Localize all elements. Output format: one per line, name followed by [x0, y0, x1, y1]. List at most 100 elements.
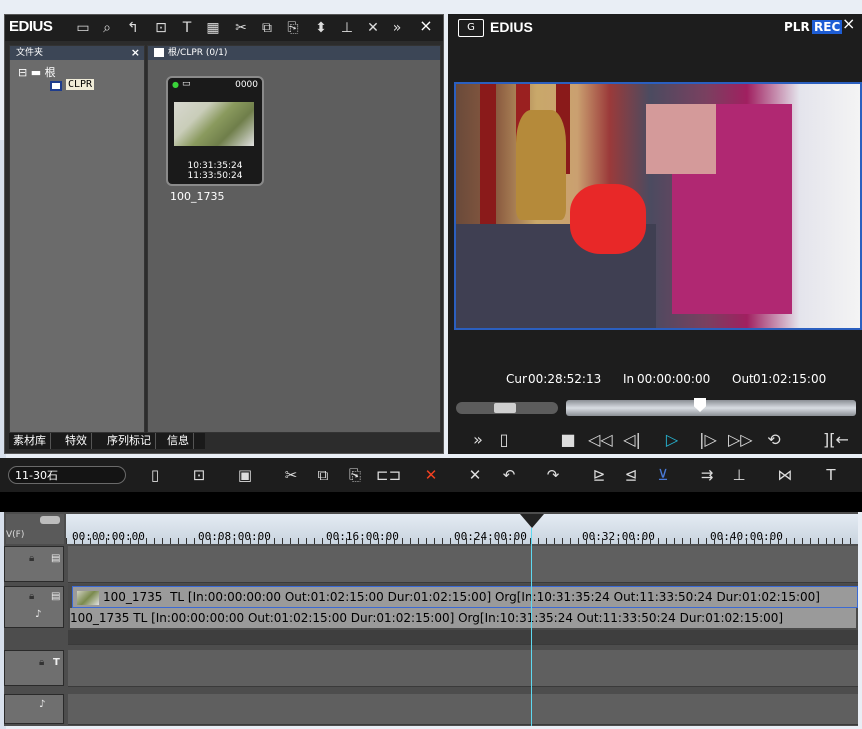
- tab-sequence-markers[interactable]: 序列标记: [103, 433, 156, 449]
- tree-item-root[interactable]: ⊟ ▬ 根: [18, 64, 56, 80]
- color-bars-icon[interactable]: ▦: [203, 19, 223, 37]
- track-title-1[interactable]: [68, 650, 858, 687]
- fast-forward-button[interactable]: ▷▷: [728, 430, 753, 449]
- clip-panel-header: 根/CLPR (0/1): [148, 46, 440, 60]
- title-icon[interactable]: T: [820, 466, 842, 484]
- timeline-video-clip[interactable]: 100_1735 TL [In:00:00:00:00 Out:01:02:15…: [72, 586, 858, 608]
- lock-icon[interactable]: 🔒︎: [39, 657, 44, 668]
- tab-info[interactable]: 信息: [163, 433, 194, 449]
- marker-icon[interactable]: ⬍: [311, 19, 331, 37]
- clip-count: 0000: [235, 80, 258, 90]
- clip-timecode-in: 10:31:35:24: [187, 161, 243, 171]
- search-icon[interactable]: ⌕: [97, 19, 117, 37]
- lock-icon[interactable]: 🔒︎: [29, 591, 34, 602]
- title-icon[interactable]: T: [177, 19, 197, 37]
- copy-icon[interactable]: ⧉: [257, 19, 277, 37]
- link-icon[interactable]: ⊏⊐: [376, 466, 401, 484]
- rec-mode-button[interactable]: REC: [812, 20, 843, 34]
- snap-icon[interactable]: ⊥: [728, 466, 750, 484]
- out-label: Out: [732, 372, 754, 386]
- folder-panel-close-button[interactable]: ×: [131, 46, 140, 60]
- step-forward-button[interactable]: |▷: [696, 430, 720, 449]
- speaker-icon[interactable]: ♪: [35, 609, 41, 620]
- track-header-title-1[interactable]: 🔒︎ T: [4, 650, 64, 686]
- rewind-button[interactable]: ◁◁: [588, 430, 613, 449]
- folder-panel-header: 文件夹 ×: [10, 46, 144, 60]
- ripple-mode-icon[interactable]: ⊻: [652, 466, 674, 484]
- track-audio-1[interactable]: [68, 694, 858, 725]
- video-clip-info: TL [In:00:00:00:00 Out:01:02:15:00 Dur:0…: [170, 590, 820, 604]
- cut-icon[interactable]: ✂: [231, 19, 251, 37]
- tab-library[interactable]: 素材库: [9, 433, 51, 449]
- save-icon[interactable]: ▣: [234, 466, 256, 484]
- collapse-icon[interactable]: ⊟: [18, 66, 27, 79]
- position-slider[interactable]: [566, 398, 856, 416]
- paste-icon[interactable]: ⎘: [344, 466, 366, 484]
- bin-window: EDIUS ▭ ⌕ ↰ ⊡ T ▦ ✂ ⧉ ⎘ ⬍ ⊥ ✕ » × 文件夹 × …: [4, 14, 444, 454]
- up-arrow-icon[interactable]: ↰: [123, 19, 143, 37]
- ripple-delete-icon[interactable]: ✕: [464, 466, 486, 484]
- track-header-va-1[interactable]: 🔒︎ ▤ ♪: [4, 586, 64, 628]
- lock-icon[interactable]: 🔒︎: [29, 553, 34, 564]
- shuttle-knob[interactable]: [494, 403, 516, 413]
- zoom-slider[interactable]: [40, 516, 60, 524]
- track-header-video-1[interactable]: 🔒︎ ▤: [4, 546, 64, 582]
- video-preview[interactable]: [454, 82, 862, 330]
- loop-button[interactable]: ⟲: [762, 430, 786, 449]
- folder-icon[interactable]: ▭: [73, 19, 93, 37]
- status-dot-icon: ●: [172, 80, 179, 89]
- video-clip-name: 100_1735: [103, 590, 163, 604]
- film-icon[interactable]: ▤: [51, 553, 60, 564]
- redo-icon[interactable]: ↷: [542, 466, 564, 484]
- in-out-button[interactable]: ][←: [814, 430, 858, 449]
- in-label: In: [623, 372, 635, 386]
- overwrite-mode-icon[interactable]: ⊴: [620, 466, 642, 484]
- tab-effects[interactable]: 特效: [61, 433, 92, 449]
- copy-icon[interactable]: ⧉: [312, 466, 334, 484]
- add-clip-icon[interactable]: ⊡: [151, 19, 171, 37]
- new-sequence-icon[interactable]: ▯: [144, 466, 166, 484]
- transition-icon[interactable]: ⋈: [774, 466, 796, 484]
- timeline-audio-clip[interactable]: 100_1735 TL [In:00:00:00:00 Out:01:02:15…: [70, 608, 856, 628]
- clip-card[interactable]: ● ▭ 0000 10:31:35:24 11:33:50:24: [166, 76, 264, 186]
- more-controls-button[interactable]: »: [466, 430, 490, 449]
- sequence-name-field[interactable]: 11-30石: [8, 466, 126, 484]
- position-slider-handle[interactable]: [694, 398, 706, 412]
- video-content: [480, 84, 496, 224]
- clip-name: 100_1735: [170, 190, 225, 203]
- player-close-button[interactable]: ×: [842, 14, 855, 33]
- mark-button[interactable]: ▯: [492, 430, 516, 449]
- cut-icon[interactable]: ✂: [280, 466, 302, 484]
- video-content: [570, 184, 646, 254]
- bin-close-button[interactable]: ×: [417, 16, 435, 35]
- tree-item-label: CLPR: [66, 79, 95, 90]
- track-video-1[interactable]: [68, 546, 858, 583]
- tree-item-label: 根: [44, 66, 56, 79]
- paste-icon[interactable]: ⎘: [283, 19, 303, 37]
- open-project-icon[interactable]: ⊡: [188, 466, 210, 484]
- sync-lock-icon[interactable]: ⇉: [696, 466, 718, 484]
- track-va-1-audio-level: [68, 630, 858, 645]
- shuttle-slider[interactable]: [456, 402, 558, 414]
- folder-icon: ▬: [30, 66, 42, 79]
- plr-mode-button[interactable]: PLR: [784, 20, 810, 34]
- player-title-bar: G EDIUS PLR REC ×: [448, 14, 862, 40]
- insert-mode-icon[interactable]: ⊵: [588, 466, 610, 484]
- edius-logo: EDIUS: [9, 18, 53, 35]
- delete-icon[interactable]: ✕: [420, 466, 442, 484]
- insert-icon[interactable]: ⊥: [337, 19, 357, 37]
- stop-button[interactable]: ■: [556, 430, 580, 449]
- film-icon[interactable]: ▤: [51, 591, 60, 602]
- clip-panel-path: 根/CLPR (0/1): [168, 48, 228, 58]
- undo-icon[interactable]: ↶: [498, 466, 520, 484]
- more-icon[interactable]: »: [387, 19, 407, 37]
- cur-timecode: 00:28:52:13: [528, 372, 602, 386]
- cur-label: Cur: [506, 372, 527, 386]
- delete-icon[interactable]: ✕: [363, 19, 383, 37]
- step-back-button[interactable]: ◁|: [620, 430, 644, 449]
- track-header-audio-1[interactable]: ♪: [4, 694, 64, 724]
- speaker-icon[interactable]: ♪: [39, 699, 45, 710]
- folder-icon: [50, 81, 62, 91]
- play-button[interactable]: ▷: [660, 430, 684, 449]
- folder-panel: 文件夹 × ⊟ ▬ 根 CLPR: [9, 45, 145, 433]
